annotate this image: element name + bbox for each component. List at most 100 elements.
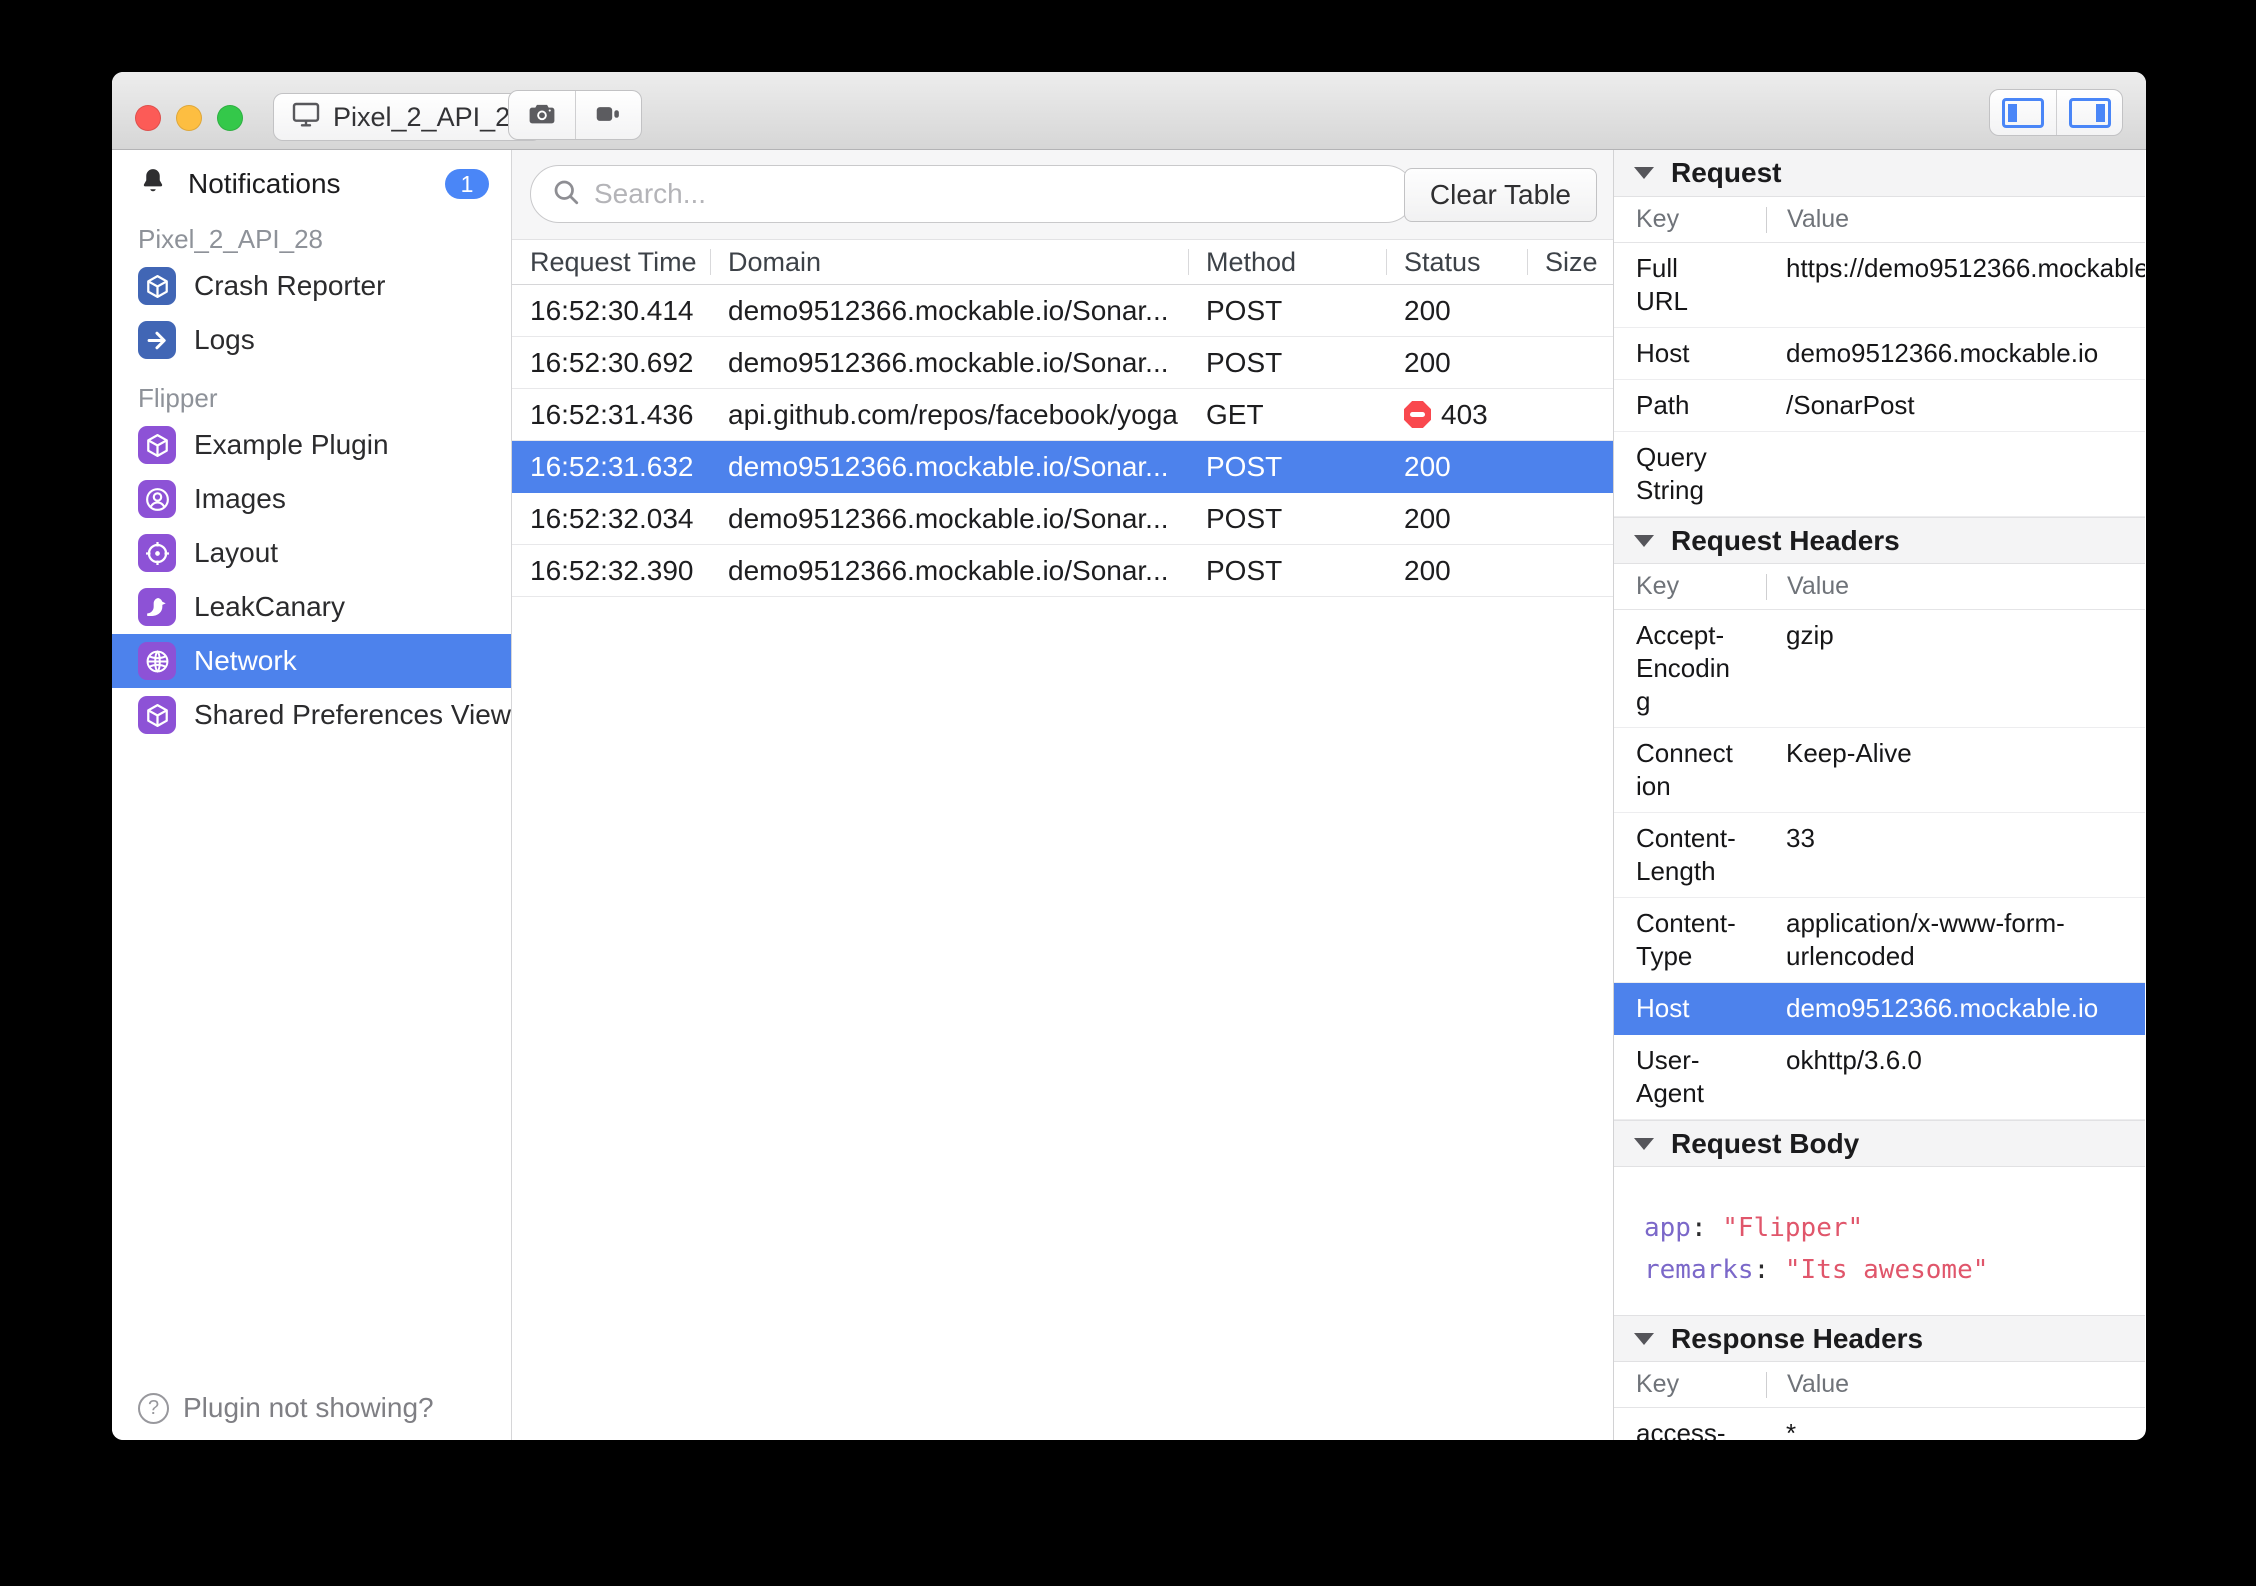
cell-status: 200 [1386,451,1527,483]
toggle-right-sidebar-button[interactable] [2056,90,2122,135]
flipper-plugin-list: Example Plugin Images Layout LeakCanary … [112,418,511,742]
body-key: app [1644,1213,1691,1243]
kv-key: access-control-allow-origin [1636,1418,1726,1440]
sidebar-section-device: Pixel_2_API_28 [138,224,324,254]
cell-request-time: 16:52:30.692 [530,346,694,378]
cell-method: POST [1206,294,1283,326]
section-title: Request Body [1671,1127,1860,1159]
kv-value: Keep-Alive [1786,738,1912,768]
zoom-window-button[interactable] [217,105,243,131]
close-window-button[interactable] [135,105,161,131]
kv-value: demo9512366.mockable.io [1786,338,2099,368]
kv-value: application/x-www-form-urlencoded [1786,908,2065,971]
device-name-label: Pixel_2_API_28 [333,101,526,132]
plugin-label: LeakCanary [194,591,345,622]
sidebar-section-flipper: Flipper [138,383,218,413]
plugin-sidebar: Notifications 1 Pixel_2_API_28 Crash Rep… [112,150,512,1440]
cell-domain: demo9512366.mockable.io/Sonar... [728,554,1169,586]
toggle-left-sidebar-button[interactable] [1990,90,2056,135]
kv-value: * [1786,1418,1797,1440]
kv-row[interactable]: Content-Length 33 [1614,813,2145,898]
column-header-request-time[interactable]: Request Time [512,240,710,284]
sidebar-plugin-item[interactable]: LeakCanary [112,580,511,634]
search-input[interactable] [594,178,1394,210]
column-header-size[interactable]: Size [1527,240,1613,284]
kv-row[interactable]: Host demo9512366.mockable.io [1614,983,2145,1035]
sidebar-plugin-item[interactable]: Images [112,472,511,526]
kv-row[interactable]: Query String [1614,432,2145,517]
notifications-label: Notifications [188,168,341,199]
network-request-row[interactable]: 16:52:31.632 demo9512366.mockable.io/Son… [512,441,1613,493]
column-header-method[interactable]: Method [1188,240,1386,284]
network-request-row[interactable]: 16:52:32.034 demo9512366.mockable.io/Son… [512,493,1613,545]
sidebar-item-notifications[interactable]: Notifications 1 [112,160,511,208]
network-request-row[interactable]: 16:52:31.436 api.github.com/repos/facebo… [512,389,1613,441]
screen-record-button[interactable] [575,91,641,139]
section-header-request[interactable]: Request [1614,150,2145,197]
search-box[interactable] [530,165,1415,223]
sidebar-plugin-item[interactable]: Layout [112,526,511,580]
section-header-response-headers[interactable]: Response Headers [1614,1315,2145,1362]
kv-row[interactable]: User-Agent okhttp/3.6.0 [1614,1035,2145,1120]
section-header-request-body[interactable]: Request Body [1614,1120,2145,1167]
screenshot-button[interactable] [509,91,575,139]
cell-status: 200 [1386,347,1527,379]
kv-key: Query String [1636,442,1707,505]
kv-row[interactable]: access-control-allow-origin * [1614,1408,2145,1440]
clear-table-button[interactable]: Clear Table [1403,168,1597,222]
cube-icon [138,267,176,305]
status-code: 403 [1441,398,1488,430]
section-title: Request Headers [1671,524,1900,556]
search-icon [551,177,581,212]
cell-method: POST [1206,450,1283,482]
kv-key: Full URL [1636,253,1689,316]
table-body: 16:52:30.414 demo9512366.mockable.io/Son… [512,285,1613,1440]
sidebar-plugin-item[interactable]: Network [112,634,511,688]
window-titlebar[interactable]: Pixel_2_API_28 [112,72,2146,150]
sidebar-plugin-item[interactable]: Crash Reporter [112,259,511,313]
table-toolbar: Clear Table [512,150,1613,240]
request-body-line: remarks: "Its awesome" [1644,1255,1989,1285]
request-body-line: app: "Flipper" [1644,1213,1864,1243]
sidebar-plugin-item[interactable]: Logs [112,313,511,367]
kv-value: gzip [1786,620,1834,650]
kv-row[interactable]: Host demo9512366.mockable.io [1614,328,2145,380]
kv-row[interactable]: Accept-Encoding gzip [1614,610,2145,728]
kv-row[interactable]: Path /SonarPost [1614,380,2145,432]
kv-row[interactable]: Content-Type application/x-www-form-urle… [1614,898,2145,983]
sidebar-plugin-item[interactable]: Shared Preferences Viewer [112,688,511,742]
kv-key: Host [1636,338,1690,368]
network-request-row[interactable]: 16:52:32.390 demo9512366.mockable.io/Son… [512,545,1613,597]
device-selector-button[interactable]: Pixel_2_API_28 [273,93,543,141]
kv-header-row: Key Value [1614,197,2145,243]
minimize-window-button[interactable] [176,105,202,131]
flipper-window: Pixel_2_API_28 Notifications 1 Pixel_2_A… [112,72,2146,1440]
cell-status: 200 [1386,503,1527,535]
network-request-row[interactable]: 16:52:30.692 demo9512366.mockable.io/Son… [512,337,1613,389]
video-camera-icon [593,98,625,133]
column-header-domain[interactable]: Domain [710,240,1188,284]
plugin-help-link[interactable]: ? Plugin not showing? [138,1392,434,1424]
value-column-header: Value [1787,1370,1850,1398]
cell-method: GET [1206,398,1264,430]
plugin-label: Crash Reporter [194,270,386,301]
kv-row[interactable]: Full URL https://demo9512366.mockable.io… [1614,243,2145,328]
cell-domain: demo9512366.mockable.io/Sonar... [728,294,1169,326]
cell-request-time: 16:52:32.390 [530,554,694,586]
network-request-row[interactable]: 16:52:30.414 demo9512366.mockable.io/Son… [512,285,1613,337]
kv-key: User-Agent [1636,1045,1704,1108]
section-header-request-headers[interactable]: Request Headers [1614,517,2145,564]
kv-header-row: Key Value [1614,1362,2145,1408]
response-headers-kv-rows: access-control-allow-origin * [1614,1408,2145,1440]
arrow-right-icon [138,321,176,359]
cell-request-time: 16:52:30.414 [530,294,694,326]
kv-key: Path [1636,390,1690,420]
collapse-triangle-icon [1634,1137,1654,1150]
request-body-viewer: app: "Flipper" remarks: "Its awesome" [1614,1167,2145,1315]
kv-row[interactable]: Connection Keep-Alive [1614,728,2145,813]
sidebar-plugin-item[interactable]: Example Plugin [112,418,511,472]
section-title: Request [1671,157,1782,188]
device-plugin-list: Crash Reporter Logs [112,259,511,367]
column-header-status[interactable]: Status [1386,240,1527,284]
cell-method: POST [1206,502,1283,534]
